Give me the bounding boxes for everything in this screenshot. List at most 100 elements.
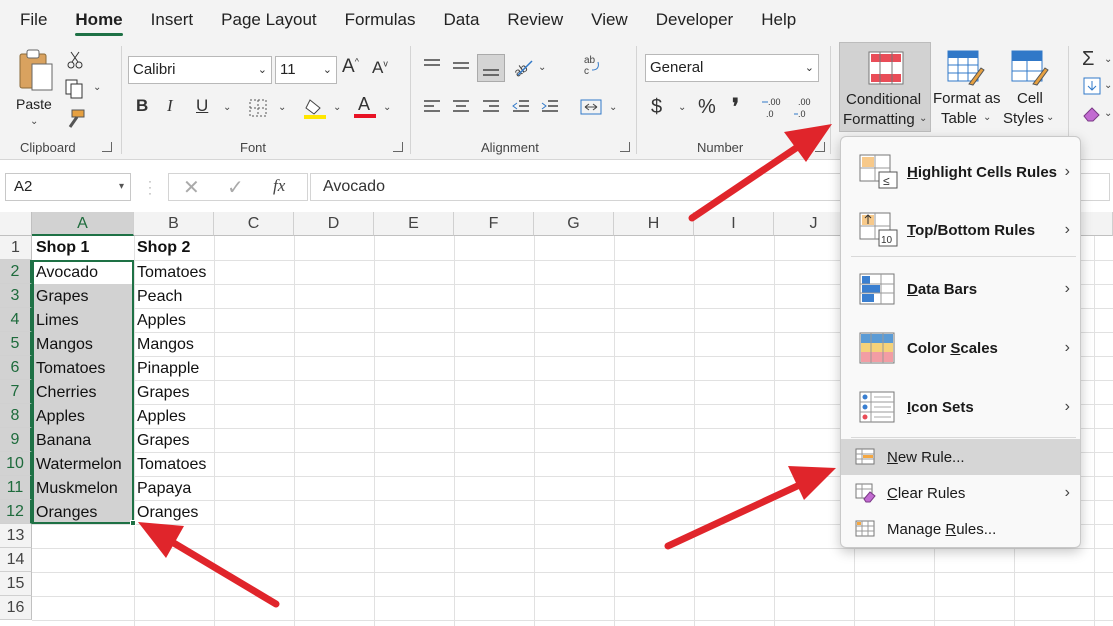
copy-dropdown-icon[interactable]: ⌄ [93,82,101,93]
fill-color-dropdown-icon[interactable]: ⌄ [333,102,341,113]
menu-item-data-bars[interactable]: Data Bars › [841,259,1080,319]
wrap-text-icon[interactable]: abc [582,54,604,76]
cell-b8[interactable]: Apples [134,405,186,429]
autosum-icon[interactable]: Σ [1082,48,1094,71]
merge-center-icon[interactable] [580,98,602,116]
cell-a8[interactable]: Apples [33,405,85,429]
row-header-10[interactable]: 10 [0,452,32,476]
clear-dropdown-icon[interactable]: ⌄ [1104,108,1112,119]
font-size-combo[interactable]: 11 ⌄ [275,56,337,84]
font-name-combo[interactable]: Calibri ⌄ [128,56,272,84]
clear-icon[interactable] [1082,104,1102,124]
column-header-d[interactable]: D [294,212,374,236]
underline-dropdown-icon[interactable]: ⌄ [223,102,231,113]
middle-align-icon[interactable] [451,58,471,74]
row-header-3[interactable]: 3 [0,284,32,308]
cell-styles-button[interactable]: Cell Styles ⌄ [1001,42,1063,132]
insert-function-icon[interactable]: fx [273,176,285,196]
column-header-i[interactable]: I [694,212,774,236]
bottom-align-button[interactable] [477,54,505,82]
column-header-f[interactable]: F [454,212,534,236]
cell-a5[interactable]: Mangos [33,333,93,357]
cell-a4[interactable]: Limes [33,309,79,333]
currency-icon[interactable]: $ [651,96,662,119]
cell-b3[interactable]: Peach [134,285,182,309]
percent-icon[interactable]: % [698,96,716,119]
row-header-2[interactable]: 2 [0,260,32,284]
row-header-13[interactable]: 13 [0,524,32,548]
row-header-9[interactable]: 9 [0,428,32,452]
cell-b7[interactable]: Grapes [134,381,189,405]
cell-b11[interactable]: Papaya [134,477,191,501]
italic-icon[interactable]: I [167,96,173,116]
menu-item-icon-sets[interactable]: Icon Sets › [841,377,1080,437]
name-box[interactable]: A2 ▾ [5,173,131,201]
autosum-dropdown-icon[interactable]: ⌄ [1104,54,1112,65]
alignment-launcher-icon[interactable] [620,142,630,152]
cell-b10[interactable]: Tomatoes [134,453,206,477]
cell-b5[interactable]: Mangos [134,333,194,357]
top-align-icon[interactable] [422,58,442,74]
row-header-7[interactable]: 7 [0,380,32,404]
row-header-4[interactable]: 4 [0,308,32,332]
menu-item-clear-rules[interactable]: Clear Rules › [841,475,1080,511]
cancel-icon[interactable]: ✕ [183,175,200,200]
cell-b6[interactable]: Pinapple [134,357,199,381]
cell-b2[interactable]: Tomatoes [134,261,206,285]
cell-a10[interactable]: Watermelon [33,453,122,477]
cell-a11[interactable]: Muskmelon [33,477,118,501]
fill-icon[interactable] [1082,76,1102,96]
menu-item-highlight-cells-rules[interactable]: ≤ Highlight Cells Rules › [841,143,1080,201]
cell-b1[interactable]: Shop 2 [134,236,190,260]
increase-font-icon[interactable]: A^ [342,56,359,78]
cell-a1[interactable]: Shop 1 [33,236,89,260]
number-format-combo[interactable]: General ⌄ [645,54,819,82]
menu-item-color-scales[interactable]: Color Scales › [841,319,1080,377]
number-launcher-icon[interactable] [815,142,825,152]
font-color-icon[interactable]: A [354,94,376,120]
decrease-font-icon[interactable]: Av [372,58,388,78]
fill-dropdown-icon[interactable]: ⌄ [1104,80,1112,91]
tab-home[interactable]: Home [61,0,136,40]
cell-b9[interactable]: Grapes [134,429,189,453]
tab-view[interactable]: View [577,0,642,40]
underline-icon[interactable]: U [196,96,208,116]
cell-a6[interactable]: Tomatoes [33,357,105,381]
decrease-decimal-icon[interactable]: .00.0 [792,96,818,120]
cell-a7[interactable]: Cherries [33,381,96,405]
column-header-b[interactable]: B [134,212,214,236]
tab-page-layout[interactable]: Page Layout [207,0,330,40]
column-header-g[interactable]: G [534,212,614,236]
align-right-icon[interactable] [481,98,501,116]
column-header-h[interactable]: H [614,212,694,236]
cell-a2[interactable]: Avocado [33,261,98,285]
row-header-12[interactable]: 12 [0,500,32,524]
align-left-icon[interactable] [422,98,442,116]
align-center-icon[interactable] [451,98,471,116]
paste-button[interactable]: Paste ⌄ [12,46,60,127]
increase-indent-icon[interactable] [540,98,560,116]
menu-item-manage-rules[interactable]: Manage Rules... [841,511,1080,547]
tab-review[interactable]: Review [493,0,577,40]
font-color-dropdown-icon[interactable]: ⌄ [383,102,391,113]
tab-file[interactable]: File [6,0,61,40]
decrease-indent-icon[interactable] [511,98,531,116]
cell-a9[interactable]: Banana [33,429,91,453]
row-header-15[interactable]: 15 [0,572,32,596]
format-painter-icon[interactable] [64,108,86,130]
comma-style-icon[interactable]: ❜ [732,94,739,120]
row-header-14[interactable]: 14 [0,548,32,572]
clipboard-launcher-icon[interactable] [102,142,112,152]
bold-icon[interactable]: B [136,96,148,116]
tab-formulas[interactable]: Formulas [331,0,430,40]
cut-icon[interactable] [66,50,84,70]
merge-dropdown-icon[interactable]: ⌄ [609,102,617,113]
cell-b4[interactable]: Apples [134,309,186,333]
row-header-6[interactable]: 6 [0,356,32,380]
row-header-1[interactable]: 1 [0,236,32,260]
currency-dropdown-icon[interactable]: ⌄ [678,102,686,113]
select-all-corner[interactable] [0,212,32,236]
row-header-11[interactable]: 11 [0,476,32,500]
cell-b12[interactable]: Oranges [134,501,198,525]
tab-help[interactable]: Help [747,0,810,40]
